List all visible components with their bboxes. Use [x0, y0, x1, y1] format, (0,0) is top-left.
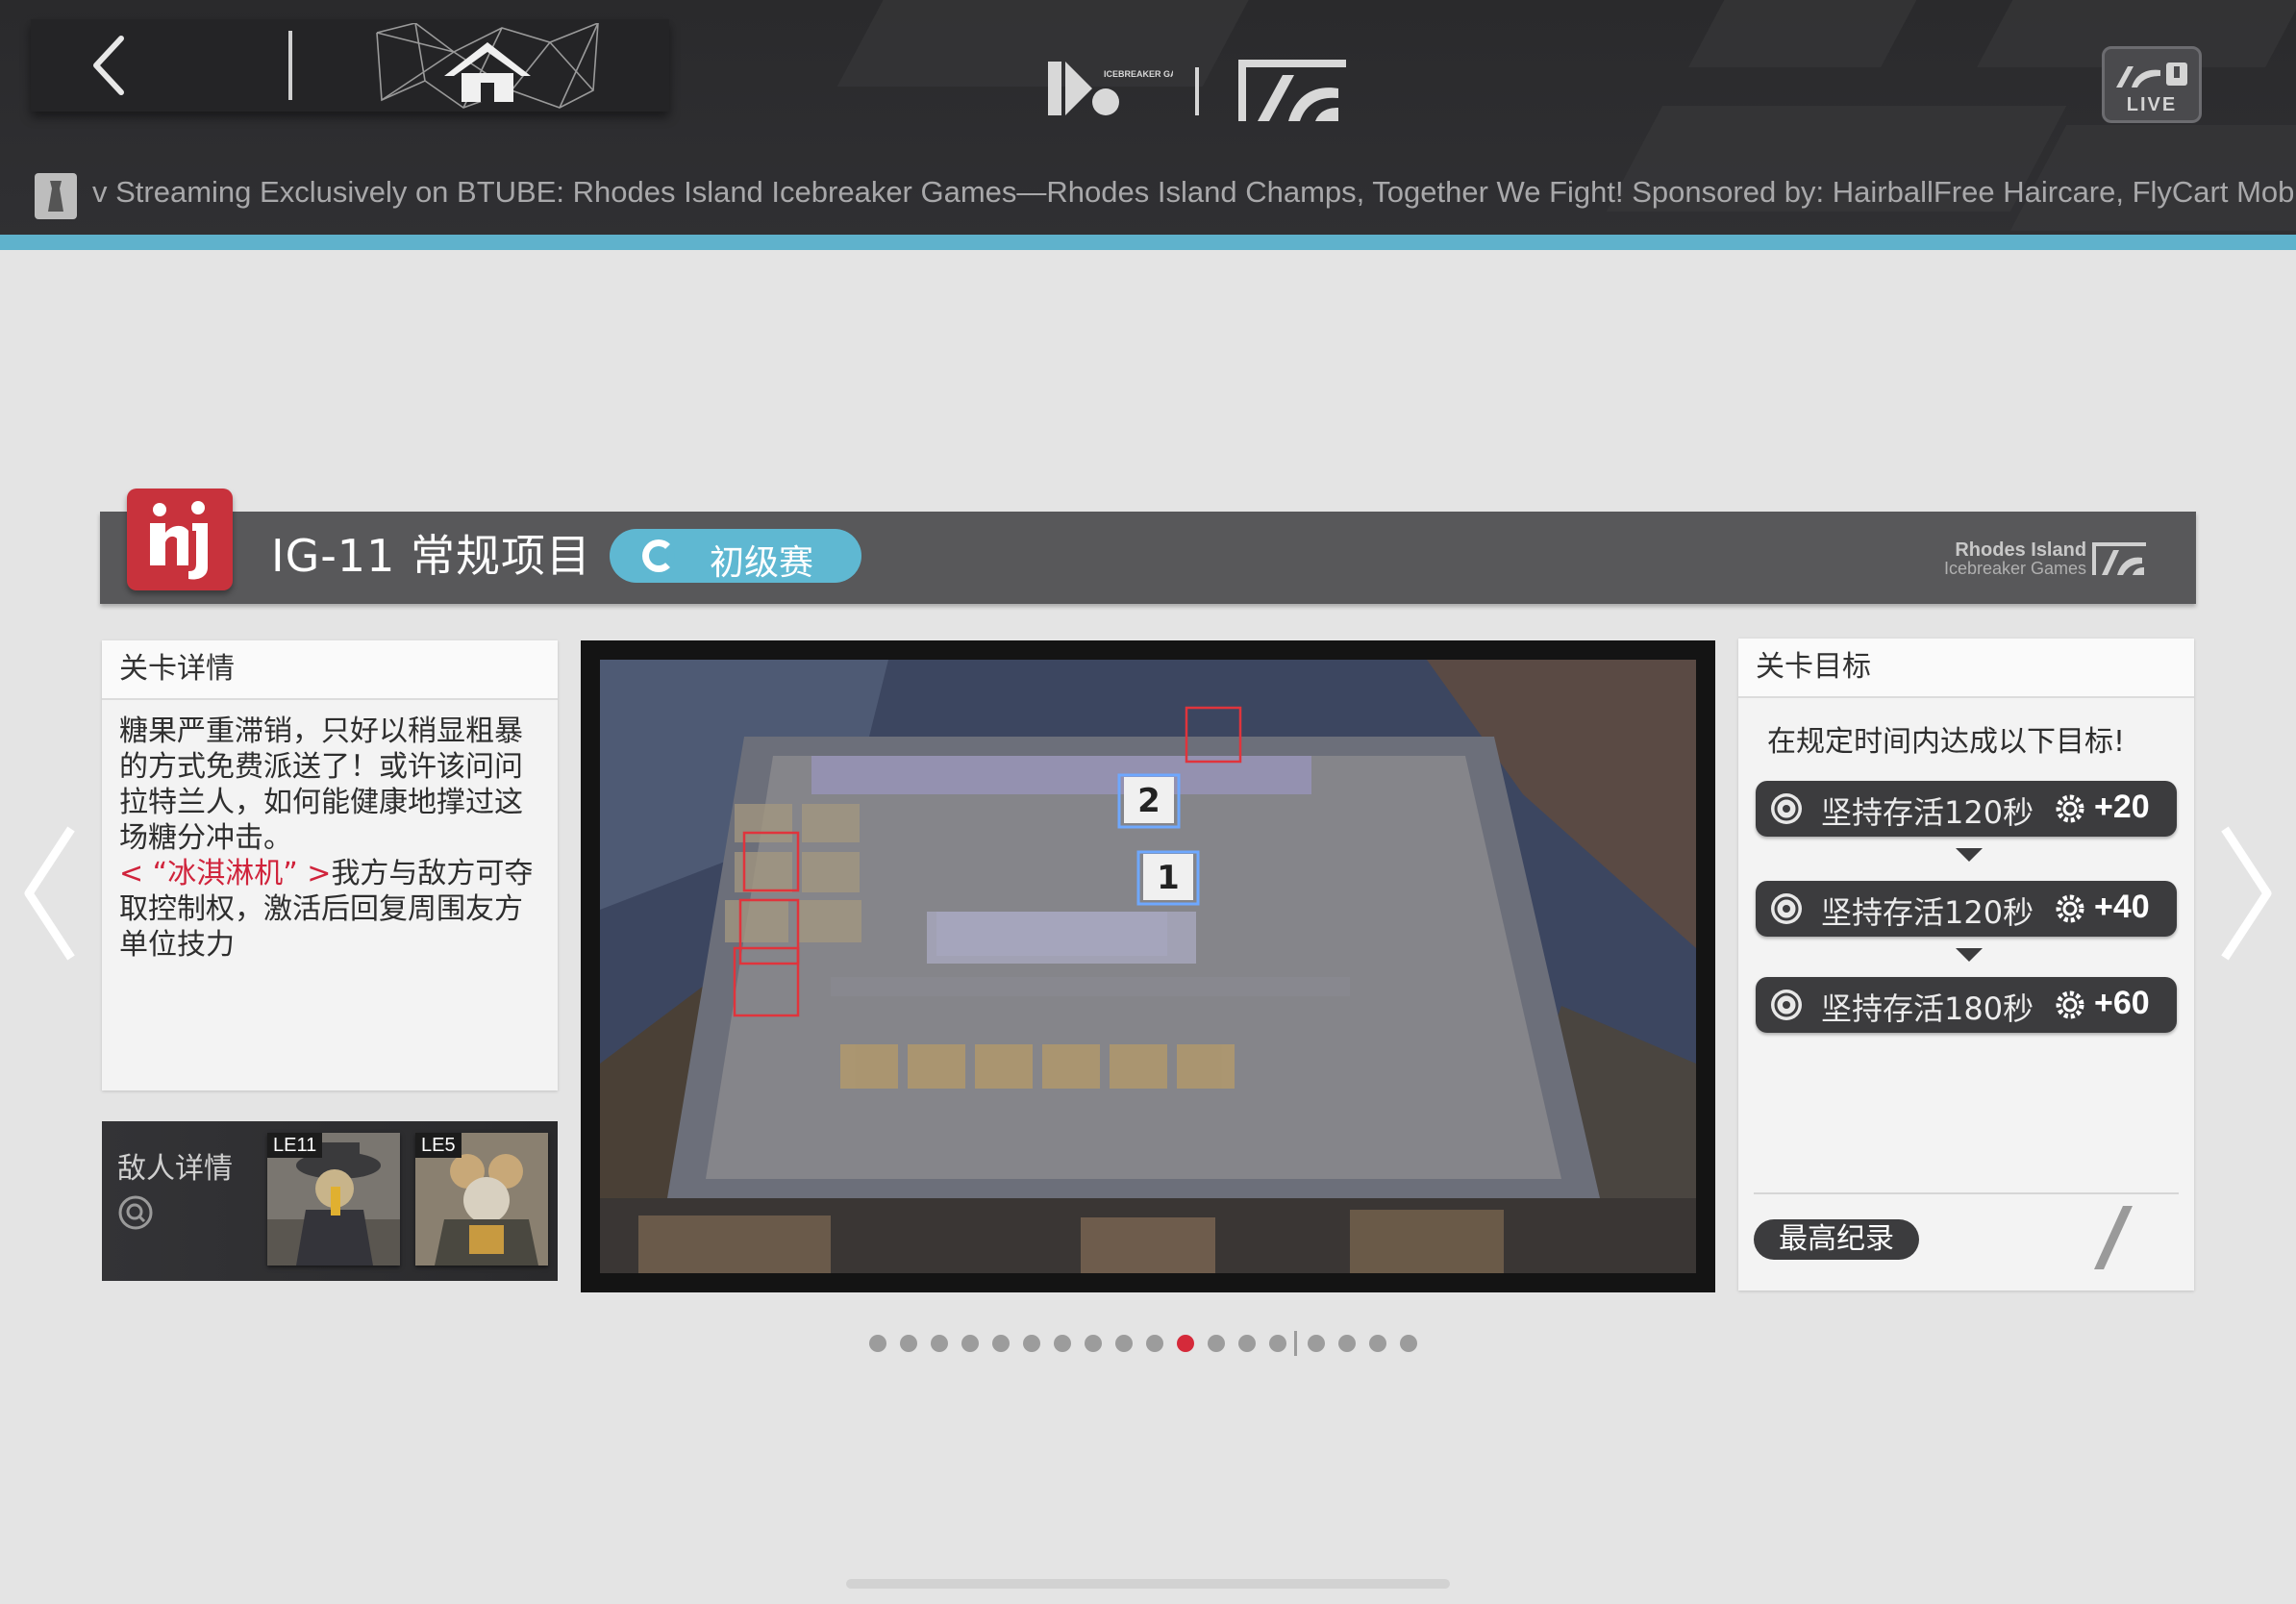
next-stage-arrow[interactable] — [2211, 821, 2279, 965]
live-button[interactable]: LIVE — [2102, 46, 2202, 123]
pager-dot[interactable] — [1400, 1335, 1417, 1352]
objective-icon — [1771, 793, 1802, 824]
stage-badge — [127, 489, 233, 590]
objective-item: 坚持存活180秒 +60 — [1756, 977, 2177, 1033]
best-record-empty-icon — [2094, 1206, 2133, 1269]
rhodes-island-small-logo — [2092, 542, 2147, 575]
live-icon — [2116, 63, 2187, 88]
scroll-indicator — [846, 1579, 1450, 1589]
news-ticker: v Streaming Exclusively on BTUBE: Rhodes… — [92, 175, 2296, 209]
objective-reward: +40 — [2094, 889, 2150, 925]
objective-item: 坚持存活120秒 +40 — [1756, 881, 2177, 937]
gear-icon — [2056, 990, 2084, 1019]
stage-detail-text: 糖果严重滞销，只好以稍显粗暴的方式免费派送了！或许该问问拉特兰人，如何能健康地撑… — [102, 700, 558, 963]
stage-detail-panel: 关卡详情 糖果严重滞销，只好以稍显粗暴的方式免费派送了！或许该问问拉特兰人，如何… — [102, 640, 558, 1090]
pager-dot[interactable] — [1177, 1335, 1194, 1352]
brand-line-1: Rhodes Island — [1955, 539, 2087, 561]
pager-dot[interactable] — [992, 1335, 1010, 1352]
gear-icon — [2056, 794, 2084, 823]
objective-divider — [1754, 1192, 2179, 1194]
enemy-card[interactable]: LE5 — [415, 1133, 548, 1266]
pager-dot[interactable] — [931, 1335, 948, 1352]
objective-reward: +60 — [2094, 985, 2150, 1021]
objective-icon — [1771, 990, 1802, 1020]
nav-box — [31, 19, 669, 112]
gear-icon — [2056, 894, 2084, 923]
best-record-label: 最高纪录 — [1754, 1219, 1919, 1260]
header-accent-line — [0, 235, 2296, 250]
bg-stripe — [1688, 0, 1927, 67]
objective-text: 坚持存活120秒 — [1821, 794, 2034, 831]
pager-dot[interactable] — [1054, 1335, 1071, 1352]
tower-icon — [35, 173, 77, 219]
map-marker-1: 1 — [1157, 859, 1180, 897]
icebreaker-games-logo: ICEBREAKER GAMES — [1048, 62, 1173, 115]
nav-divider — [288, 31, 292, 100]
objective-text: 坚持存活180秒 — [1821, 990, 2034, 1027]
search-icon[interactable] — [117, 1194, 154, 1231]
pager-dot[interactable] — [1238, 1335, 1256, 1352]
live-label: LIVE — [2126, 94, 2178, 115]
stage-objective-panel: 关卡目标 在规定时间内达成以下目标! 坚持存活120秒 +20 坚持存活120秒… — [1738, 639, 2194, 1291]
map-preview-frame: 2 1 — [581, 640, 1715, 1292]
pager-dot[interactable] — [961, 1335, 979, 1352]
objective-item: 坚持存活120秒 +20 — [1756, 781, 2177, 837]
pager-dot[interactable] — [1085, 1335, 1102, 1352]
enemy-card[interactable]: LE11 — [267, 1133, 400, 1266]
stage-objective-header: 关卡目标 — [1738, 639, 2194, 698]
difficulty-ring-icon — [642, 539, 675, 572]
stage-title: IG-11 常规项目 — [271, 530, 591, 582]
top-bar: ICEBREAKER GAMES LIVE v Streaming Exclus… — [0, 0, 2296, 250]
pager-dot[interactable] — [900, 1335, 917, 1352]
pager-dot[interactable] — [1269, 1335, 1286, 1352]
enemy-level: LE11 — [267, 1133, 323, 1158]
enemy-detail-panel[interactable]: 敌人详情 LE11 LE5 — [102, 1121, 558, 1281]
map-marker-2: 2 — [1137, 782, 1160, 820]
stage-map-illustration: 2 1 — [600, 660, 1696, 1273]
pager-separator — [1294, 1331, 1297, 1356]
difficulty-label: 初级赛 — [710, 543, 814, 583]
ig-badge-icon — [150, 501, 208, 580]
map-preview[interactable]: 2 1 — [600, 660, 1696, 1273]
pager-dot[interactable] — [1208, 1335, 1225, 1352]
previous-stage-arrow[interactable] — [17, 821, 85, 965]
objective-icon — [1771, 893, 1802, 924]
brand-line-2: Icebreaker Games — [1944, 559, 2087, 578]
pager-dot[interactable] — [1308, 1335, 1325, 1352]
pager-dot[interactable] — [1338, 1335, 1356, 1352]
rhodes-island-brand: Rhodes Island Icebreaker Games — [1944, 539, 2147, 578]
stage-detail-header: 关卡详情 — [102, 640, 558, 700]
enemy-detail-label: 敌人详情 — [117, 1152, 233, 1186]
pager-dot[interactable] — [869, 1335, 886, 1352]
detail-description: 糖果严重滞销，只好以稍显粗暴的方式免费派送了！或许该问问拉特兰人，如何能健康地撑… — [119, 714, 523, 855]
pager-dot[interactable] — [1115, 1335, 1133, 1352]
detail-highlight: < “冰淇淋机” > — [119, 857, 332, 890]
logo-divider — [1195, 67, 1199, 115]
enemy-level: LE5 — [415, 1133, 462, 1158]
back-button[interactable] — [60, 29, 165, 102]
pager-dot[interactable] — [1369, 1335, 1386, 1352]
home-button[interactable] — [367, 23, 608, 110]
chevron-down-icon — [1956, 848, 1983, 862]
objective-intro: 在规定时间内达成以下目标! — [1767, 725, 2126, 759]
pager-dot[interactable] — [1146, 1335, 1163, 1352]
objective-text: 坚持存活120秒 — [1821, 894, 2034, 931]
objective-reward: +20 — [2094, 789, 2150, 825]
difficulty-badge[interactable]: 初级赛 — [610, 529, 861, 583]
pager-dot[interactable] — [1023, 1335, 1040, 1352]
chevron-down-icon — [1956, 948, 1983, 962]
rhodes-island-logo — [1238, 60, 1346, 121]
logo-small-text: ICEBREAKER GAMES — [1104, 69, 1173, 79]
